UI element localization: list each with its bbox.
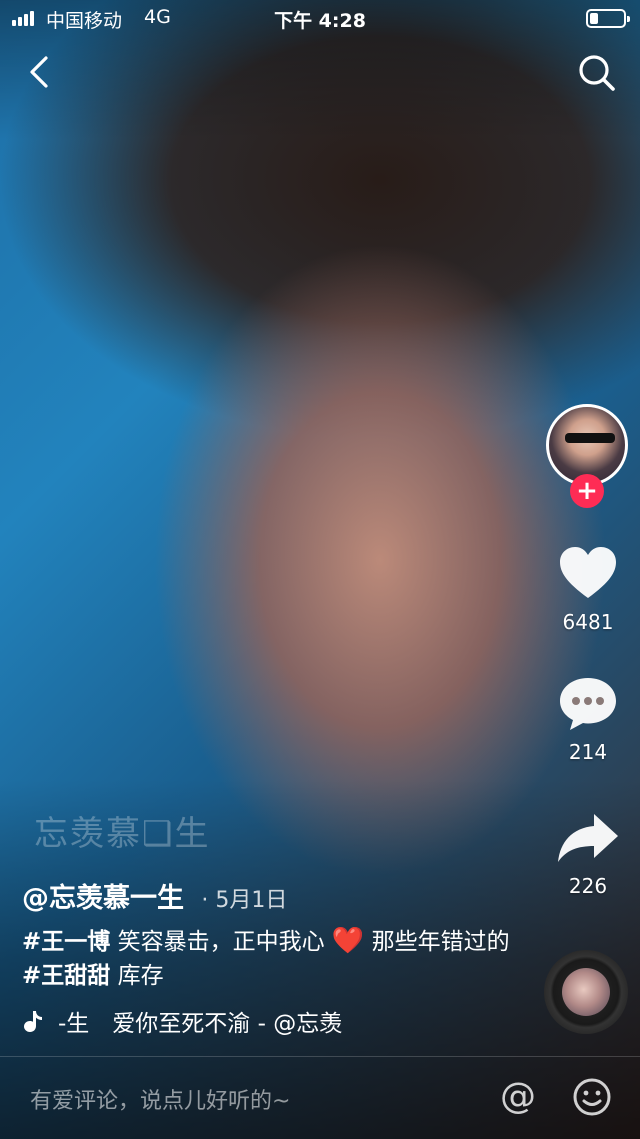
- music-info[interactable]: -生 爱你至死不渝 - @忘羡: [22, 1004, 378, 1038]
- battery-level: [590, 13, 598, 24]
- author-avatar-group[interactable]: +: [546, 404, 630, 508]
- post-caption: #王一博 笑容暴击，正中我心 ❤️ 那些年错过的 #王甜甜 库存: [22, 924, 522, 993]
- music-title: -生 爱你至死不渝 - @忘羡: [58, 1011, 343, 1037]
- video-watermark: 忘羡慕❑生: [34, 814, 211, 854]
- music-note-icon: [24, 1011, 42, 1032]
- comment-bar: 有爱评论，说点儿好听的~ @: [0, 1056, 640, 1139]
- red-heart-icon: ❤️: [331, 926, 365, 956]
- author-name[interactable]: @忘羡慕一生: [22, 883, 184, 914]
- back-button[interactable]: [22, 52, 62, 92]
- follow-button[interactable]: +: [570, 474, 604, 508]
- caption-text: 笑容暴击，正中我心: [110, 929, 332, 955]
- video-screen[interactable]: 中国移动 4G 下午 4:28 忘羡慕❑生 + 6481 214 226 @忘羡…: [0, 0, 640, 1139]
- hashtag-link[interactable]: #王甜甜: [22, 963, 110, 989]
- like-button[interactable]: 6481: [548, 542, 628, 634]
- music-disc[interactable]: [544, 950, 628, 1034]
- status-bar: 中国移动 4G 下午 4:28: [0, 0, 640, 36]
- comment-button[interactable]: 214: [548, 672, 628, 764]
- mention-button[interactable]: @: [498, 1077, 538, 1117]
- search-icon: [579, 55, 615, 91]
- music-cover: [562, 968, 610, 1016]
- heart-icon: [560, 547, 616, 598]
- emoji-button[interactable]: [572, 1077, 612, 1117]
- smiley-icon: [573, 1078, 611, 1116]
- search-button[interactable]: [576, 52, 618, 94]
- comment-input[interactable]: 有爱评论，说点儿好听的~: [30, 1083, 470, 1115]
- author-line: @忘羡慕一生 · 5月1日: [22, 876, 287, 915]
- share-count: 226: [568, 874, 608, 898]
- share-arrow-icon: [558, 814, 618, 862]
- share-button[interactable]: 226: [548, 806, 628, 898]
- caption-text: 库存: [110, 963, 164, 989]
- comment-count: 214: [568, 740, 608, 764]
- chevron-left-icon: [30, 56, 48, 88]
- clock: 下午 4:28: [274, 10, 366, 32]
- post-date: · 5月1日: [201, 888, 288, 913]
- like-count: 6481: [562, 610, 614, 634]
- caption-text: 那些年错过的: [364, 929, 510, 955]
- battery-icon: [586, 9, 630, 28]
- comment-icon: [560, 678, 616, 730]
- hashtag-link[interactable]: #王一博: [22, 929, 110, 955]
